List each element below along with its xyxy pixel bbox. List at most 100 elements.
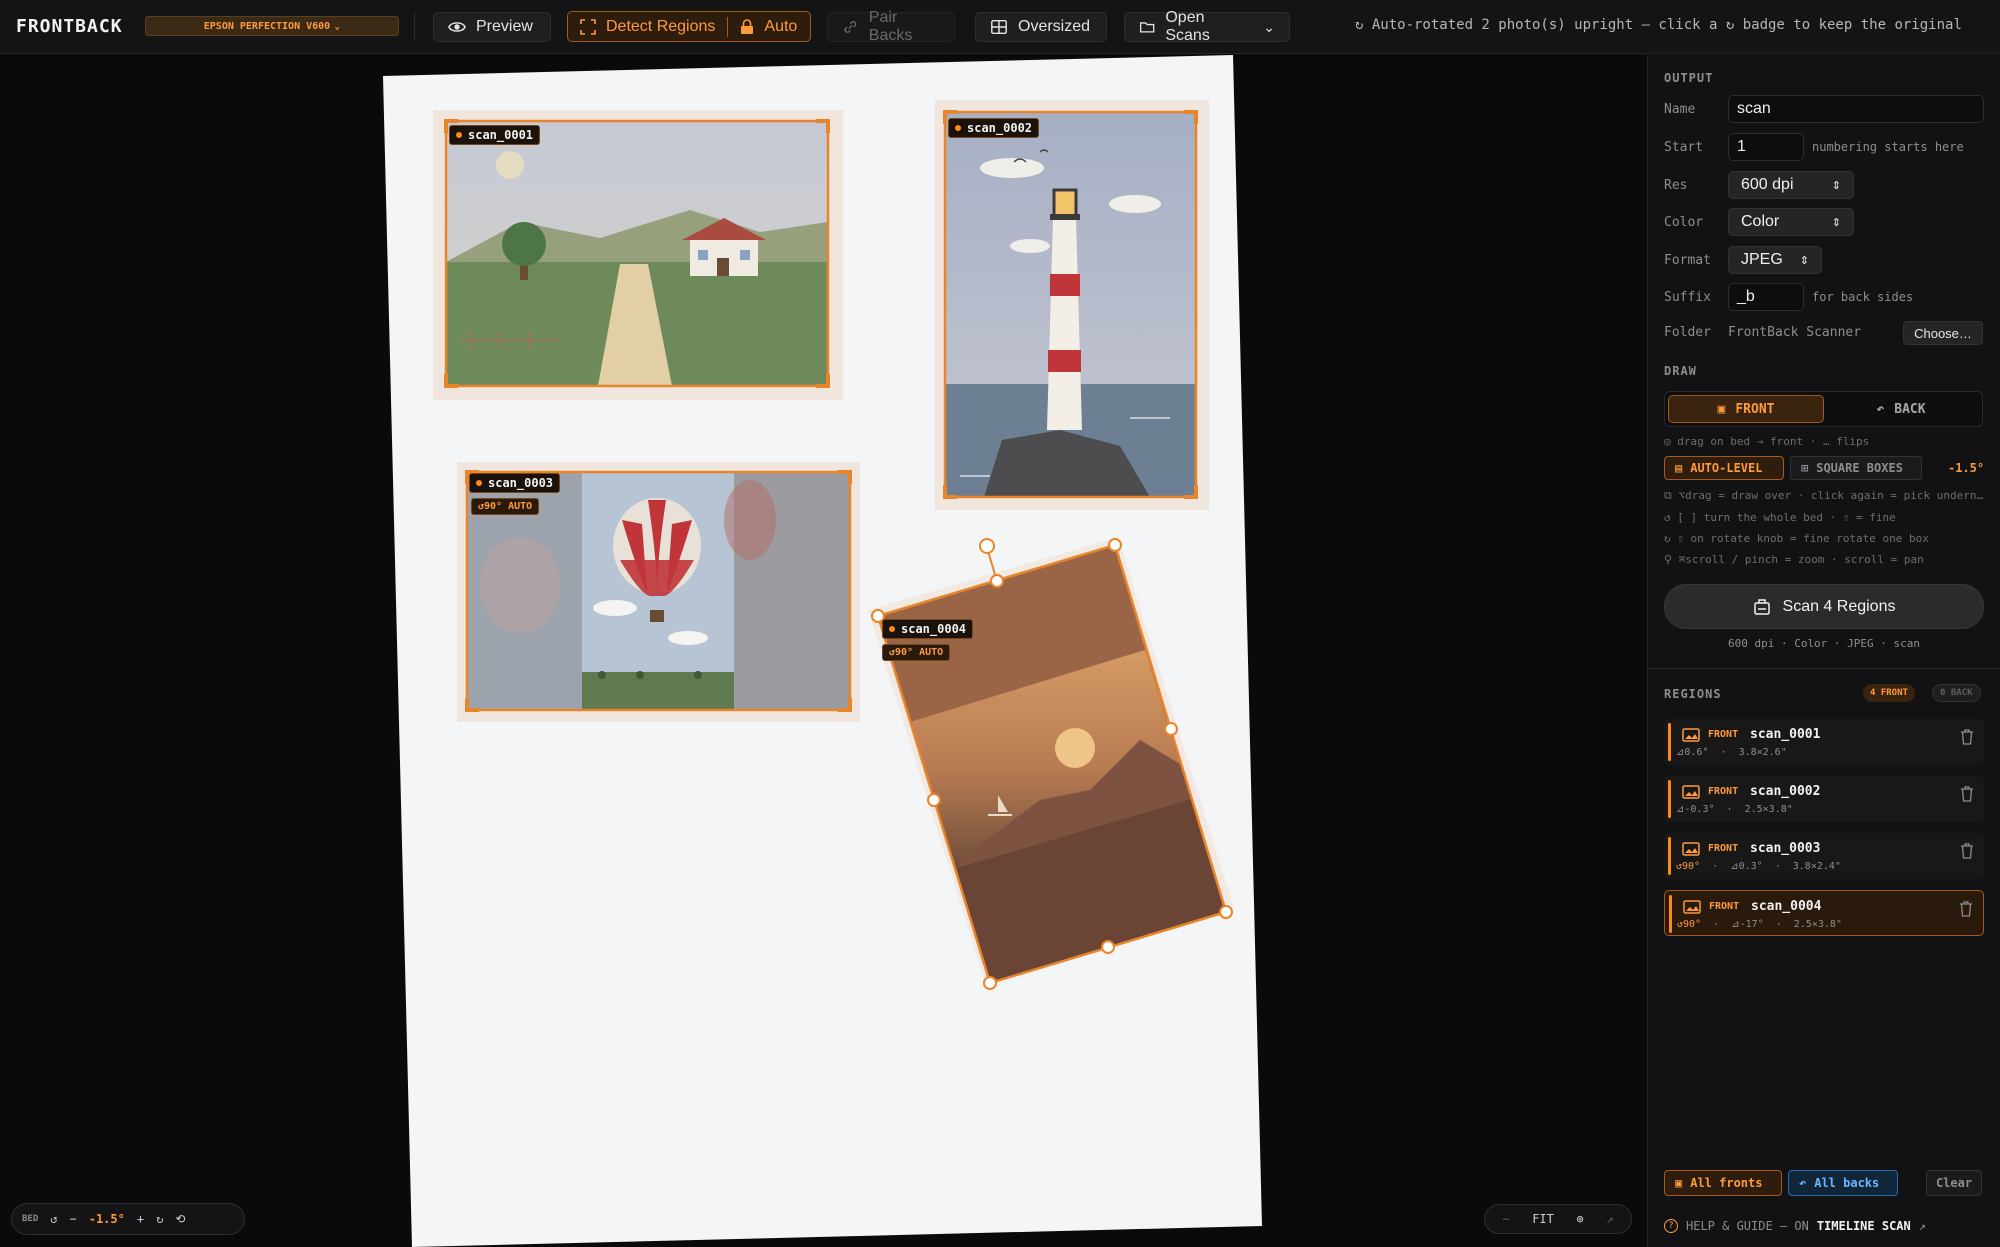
zoom-controls: − FIT ⊕ ↗ [1484,1204,1632,1234]
auto-toggle[interactable]: Auto [728,12,809,41]
square-boxes-toggle[interactable]: ⊞ SQUARE BOXES [1790,456,1922,480]
region-rotation[interactable]: ↺90° [1677,919,1701,930]
detect-regions-button[interactable]: Detect Regions [568,12,727,41]
region-label[interactable]: scan_0001 [449,125,541,145]
eye-icon [448,22,466,32]
region-meta-text: ⊿-0.3° · 2.5×3.8" [1676,804,1793,815]
region-name: scan_0001 [1750,727,1821,742]
draw-front-button[interactable]: ▣ FRONT [1668,395,1824,423]
region-name: scan_0002 [1750,784,1821,799]
oversized-label: Oversized [1018,18,1091,35]
region-label[interactable]: scan_0002 [948,118,1040,138]
suffix-label: Suffix [1664,289,1711,305]
region-list-item[interactable]: FRONT scan_0003 ↺90° · ⊿0.3° · 3.8×2.4" [1664,833,1984,879]
region-accent-bar [1669,895,1672,933]
region-meta-text: ⊿0.6° · 3.8×2.6" [1676,747,1787,758]
plus-button[interactable]: + [137,1212,144,1226]
region-meta-text: · ⊿-17° · 2.5×3.8" [1701,919,1842,930]
suffix-input[interactable]: _b [1728,283,1804,311]
front-label: FRONT [1735,401,1775,417]
color-select[interactable]: Color ⇕ [1728,208,1854,236]
app-brand: FRONTBACK [16,16,123,37]
scanner-bed-canvas[interactable]: scan_0001 scan_0002 scan_0003 ↺90° AUTO … [0,55,1646,1247]
draw-section-title: DRAW [1664,364,1697,378]
choose-folder-button[interactable]: Choose… [1903,321,1983,345]
draw-back-button[interactable]: ↶ BACK [1823,395,1979,423]
bed-rotation-controls: BED ↺ − -1.5° + ↻ ⟲ [11,1203,245,1235]
status-message: ↻ Auto-rotated 2 photo(s) upright — clic… [1355,17,1962,33]
res-row: Res 600 dpi ⇕ [1664,171,1854,199]
name-label: Name [1664,101,1696,117]
trash-icon[interactable] [1960,786,1974,802]
zoom-out-icon[interactable]: − [1502,1212,1509,1226]
pair-backs-button[interactable]: Pair Backs [827,9,955,44]
region-meta: ⊿0.6° · 3.8×2.6" [1676,747,1787,758]
region-meta: ↺90° · ⊿0.3° · 3.8×2.4" [1676,861,1841,872]
lock-icon [741,18,754,34]
rotate-left-icon[interactable]: ↺ [50,1212,57,1226]
auto-label: Auto [764,17,798,35]
tip-draw-over: ⧉ ⌥drag = draw over · click again = pick… [1664,489,1984,502]
scan-regions-button[interactable]: Scan 4 Regions [1664,584,1984,629]
region-list-item-selected[interactable]: FRONT scan_0004 ↺90° · ⊿-17° · 2.5×3.8" [1664,890,1984,936]
back-count-tag[interactable]: 0 BACK [1932,684,1981,702]
undo-icon: ↶ [1799,1176,1807,1190]
region-label-text: scan_0004 [901,622,967,636]
help-link-text[interactable]: TIMELINE SCAN [1817,1219,1911,1233]
trash-icon[interactable] [1960,729,1974,745]
region-meta-text: · ⊿0.3° · 3.8×2.4" [1700,861,1841,872]
suffix-hint: for back sides [1812,290,1914,304]
fit-button[interactable]: FIT [1532,1212,1554,1226]
front-count-tag[interactable]: 4 FRONT [1863,684,1915,702]
auto-rotate-badge[interactable]: ↺90° AUTO [882,644,951,661]
level-degree: -1.5° [1948,461,1985,475]
fullscreen-icon[interactable]: ↗ [1606,1212,1613,1226]
name-row: Name scan [1664,95,1984,123]
region-list-item[interactable]: FRONT scan_0001 ⊿0.6° · 3.8×2.6" [1664,719,1984,765]
region-list-item[interactable]: FRONT scan_0002 ⊿-0.3° · 2.5×3.8" [1664,776,1984,822]
name-input[interactable]: scan [1728,95,1984,123]
region-label[interactable]: scan_0003 [469,473,561,493]
image-icon [1682,842,1700,856]
region-scan-0002[interactable] [935,100,1209,510]
clear-button[interactable]: Clear [1926,1170,1982,1196]
format-value: JPEG [1741,251,1783,268]
region-scan-0001[interactable] [433,110,843,400]
zoom-in-icon[interactable]: ⊕ [1577,1212,1584,1226]
link-icon [844,21,857,33]
start-input[interactable]: 1 [1728,133,1804,161]
toolbar-divider [414,12,415,40]
region-meta: ⊿-0.3° · 2.5×3.8" [1676,804,1793,815]
region-side: FRONT [1708,786,1739,797]
rotate-right-icon[interactable]: ↻ [156,1212,163,1226]
draw-side-toggle: ▣ FRONT ↶ BACK [1664,391,1983,427]
device-selector[interactable]: EPSON PERFECTION V600 ⌄ [145,16,399,36]
auto-level-toggle[interactable]: ▤ AUTO-LEVEL [1664,456,1784,480]
detect-regions-group: Detect Regions Auto [567,11,811,42]
tip-rotate-knob: ↻ ⇧ on rotate knob = fine rotate one box [1664,532,1929,545]
all-fronts-button[interactable]: ▣ All fronts [1664,1170,1782,1196]
oversized-button[interactable]: Oversized [975,12,1107,42]
resolution-select[interactable]: 600 dpi ⇕ [1728,171,1854,199]
help-guide-link[interactable]: ? HELP & GUIDE — ON TIMELINE SCAN ↗ [1664,1219,1926,1233]
chevron-down-icon[interactable]: ⌄ [1263,19,1275,36]
bed-angle: -1.5° [88,1212,125,1226]
reset-icon[interactable]: ⟲ [175,1212,185,1226]
region-label-text: scan_0001 [468,128,534,142]
scan-button-label: Scan 4 Regions [1782,597,1896,615]
minus-button[interactable]: − [70,1212,77,1226]
trash-icon[interactable] [1960,843,1974,859]
open-scans-button[interactable]: Open Scans ⌄ [1124,9,1290,44]
region-label[interactable]: scan_0004 [882,619,974,639]
scan-summary: 600 dpi · Color · JPEG · scan [1727,637,1921,650]
region-rotation[interactable]: ↺90° [1676,861,1700,872]
auto-rotate-badge[interactable]: ↺90° AUTO [471,498,540,515]
format-select[interactable]: JPEG ⇕ [1728,246,1822,274]
region-dot [456,132,462,138]
preview-button[interactable]: Preview [433,12,551,42]
all-backs-button[interactable]: ↶ All backs [1788,1170,1898,1196]
image-icon [1682,785,1700,799]
scan-frame-icon [580,18,596,35]
trash-icon[interactable] [1959,901,1973,917]
region-side: FRONT [1708,843,1739,854]
